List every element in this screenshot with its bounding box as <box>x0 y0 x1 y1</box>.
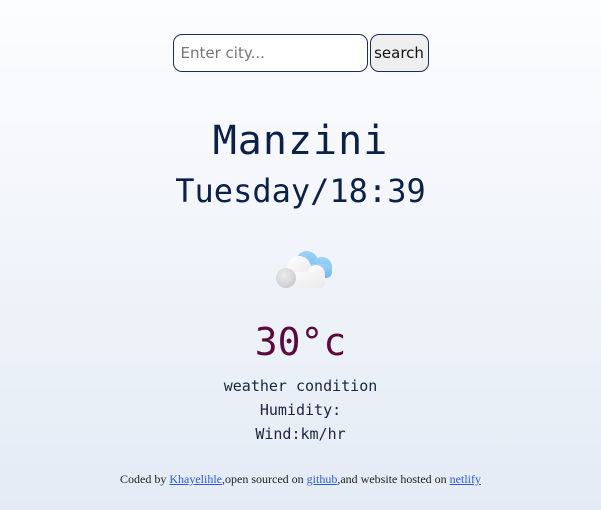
footer: Coded by Khayelihle,open sourced on gith… <box>0 472 601 487</box>
temperature: 30°c <box>254 320 347 364</box>
day-time: Tuesday/18:39 <box>175 172 426 210</box>
netlify-link[interactable]: netlify <box>450 472 481 486</box>
wind: Wind:km/hr <box>255 425 346 443</box>
search-form: search <box>0 34 601 72</box>
cloud-icon <box>270 246 336 292</box>
humidity: Humidity: <box>259 401 342 419</box>
search-button[interactable]: search <box>369 34 429 72</box>
weather-condition: weather condition <box>223 377 378 395</box>
footer-text: ,open sourced on <box>222 472 307 486</box>
city-search-input[interactable] <box>172 34 368 72</box>
city-name: Manzini <box>212 118 389 164</box>
github-link[interactable]: github <box>307 472 338 486</box>
author-link[interactable]: Khayelihle <box>169 472 222 486</box>
footer-text: ,and website hosted on <box>337 472 450 486</box>
footer-text: Coded by <box>120 472 170 486</box>
